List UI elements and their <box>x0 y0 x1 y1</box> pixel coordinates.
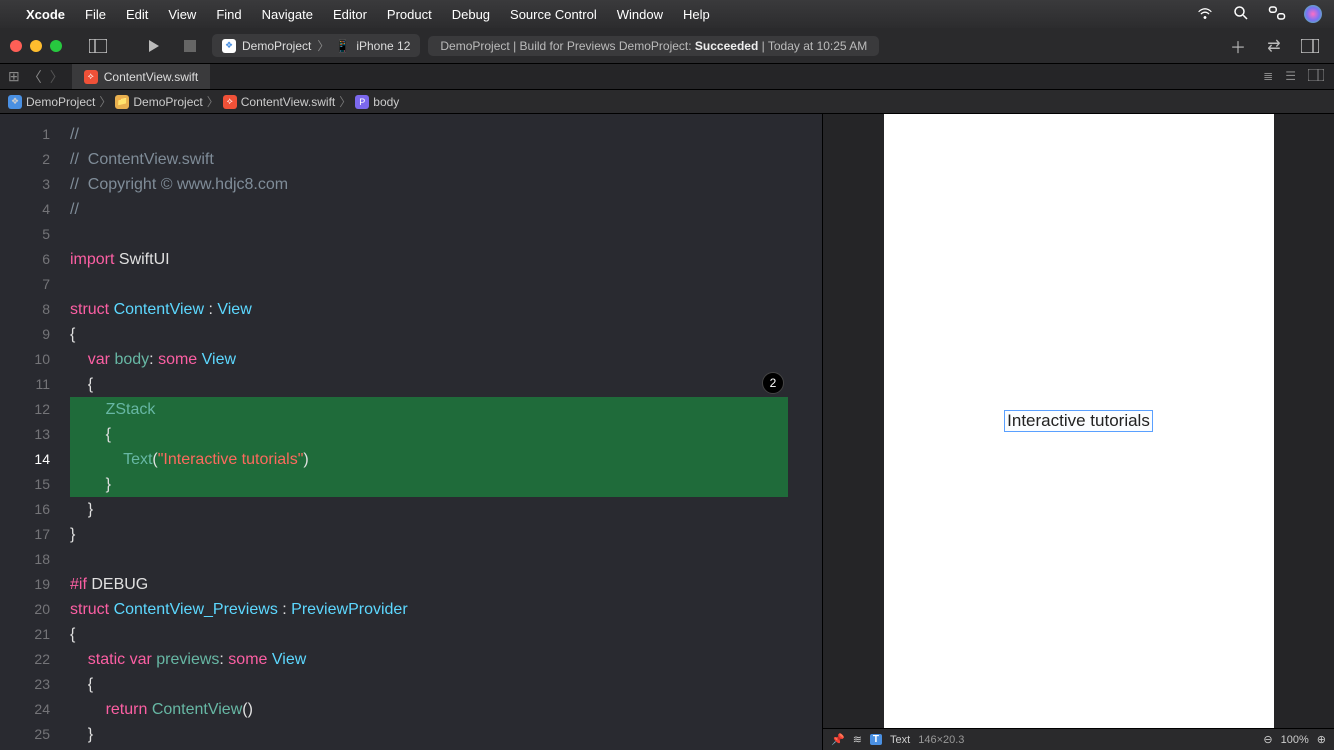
macos-menubar: Xcode File Edit View Find Navigate Edito… <box>0 0 1334 28</box>
build-status[interactable]: DemoProject | Build for Previews DemoPro… <box>428 36 879 56</box>
status-prefix: DemoProject | Build for Previews DemoPro… <box>440 39 695 53</box>
editor-area: 1234567891011121314151617181920212223242… <box>0 114 1334 750</box>
pin-icon[interactable]: 📌 <box>831 733 845 746</box>
window-controls <box>10 40 62 52</box>
status-result: Succeeded <box>695 39 758 53</box>
related-items-icon[interactable]: ⊞ <box>8 68 20 85</box>
element-size: 146×20.3 <box>918 734 964 746</box>
code-editor[interactable]: 1234567891011121314151617181920212223242… <box>0 114 822 750</box>
siri-icon[interactable] <box>1304 5 1322 23</box>
tab-bar: ⊞ 〈 〉 ⟡ ContentView.swift ≣ ☰ <box>0 64 1334 90</box>
xcode-window: ❖ DemoProject 〉 📱 iPhone 12 DemoProject … <box>0 28 1334 750</box>
element-type: Text <box>890 734 910 746</box>
menu-help[interactable]: Help <box>683 7 710 22</box>
scheme-project: DemoProject <box>242 39 311 53</box>
menu-edit[interactable]: Edit <box>126 7 148 22</box>
sidebar-toggle-icon[interactable] <box>84 34 112 58</box>
window-toolbar: ❖ DemoProject 〉 📱 iPhone 12 DemoProject … <box>0 28 1334 64</box>
menu-window[interactable]: Window <box>617 7 663 22</box>
line-number-gutter: 1234567891011121314151617181920212223242… <box>0 114 60 747</box>
scheme-device: iPhone 12 <box>356 39 410 53</box>
preview-pane: Interactive tutorials 📌 ≋ T Text 146×20.… <box>822 114 1334 750</box>
zoom-out-icon[interactable]: ⊖ <box>1263 733 1272 746</box>
menu-product[interactable]: Product <box>387 7 432 22</box>
tab-contentview[interactable]: ⟡ ContentView.swift <box>72 64 211 89</box>
close-button[interactable] <box>10 40 22 52</box>
tab-label: ContentView.swift <box>104 70 199 84</box>
crumb-project[interactable]: ❖DemoProject <box>8 95 95 109</box>
diagnostic-badge[interactable]: 2 <box>762 372 784 394</box>
add-icon[interactable]: ＋ <box>1224 34 1252 58</box>
menu-editor[interactable]: Editor <box>333 7 367 22</box>
spotlight-icon[interactable] <box>1232 4 1250 25</box>
zoom-level[interactable]: 100% <box>1281 734 1309 746</box>
stack-icon[interactable]: ≋ <box>853 733 862 746</box>
menu-find[interactable]: Find <box>216 7 241 22</box>
preview-status-bar: 📌 ≋ T Text 146×20.3 ⊖ 100% ⊕ <box>823 728 1334 750</box>
preview-text-element[interactable]: Interactive tutorials <box>1004 410 1153 432</box>
adjust-editor-icon[interactable] <box>1308 69 1324 84</box>
device-canvas: Interactive tutorials <box>884 114 1274 728</box>
breadcrumb-bar: ❖DemoProject 〉 📁DemoProject 〉 ⟡ContentVi… <box>0 90 1334 114</box>
stop-button[interactable] <box>176 34 204 58</box>
nav-forward-icon[interactable]: 〉 <box>50 67 64 87</box>
menu-source-control[interactable]: Source Control <box>510 7 597 22</box>
wifi-icon[interactable] <box>1196 4 1214 25</box>
minimize-button[interactable] <box>30 40 42 52</box>
control-center-icon[interactable] <box>1268 4 1286 25</box>
menu-view[interactable]: View <box>168 7 196 22</box>
nav-back-icon[interactable]: 〈 <box>24 67 46 87</box>
zoom-button[interactable] <box>50 40 62 52</box>
menu-file[interactable]: File <box>85 7 106 22</box>
crumb-folder[interactable]: 📁DemoProject <box>115 95 202 109</box>
scheme-selector[interactable]: ❖ DemoProject 〉 📱 iPhone 12 <box>212 34 420 57</box>
library-icon[interactable]: ⇄ <box>1260 34 1288 58</box>
menu-debug[interactable]: Debug <box>452 7 490 22</box>
crumb-file[interactable]: ⟡ContentView.swift <box>223 95 336 109</box>
minimap-icon[interactable]: ≣ <box>1263 69 1273 84</box>
inspector-toggle-icon[interactable] <box>1296 34 1324 58</box>
zoom-in-icon[interactable]: ⊕ <box>1317 733 1326 746</box>
menu-navigate[interactable]: Navigate <box>262 7 313 22</box>
swift-file-icon: ⟡ <box>84 70 98 84</box>
canvas-area[interactable]: Interactive tutorials <box>823 114 1334 728</box>
crumb-symbol[interactable]: Pbody <box>355 95 399 109</box>
text-badge: T <box>870 734 882 745</box>
status-time: | Today at 10:25 AM <box>758 39 867 53</box>
run-button[interactable] <box>140 34 168 58</box>
app-name[interactable]: Xcode <box>26 7 65 22</box>
editor-options-icon[interactable]: ☰ <box>1285 69 1296 84</box>
